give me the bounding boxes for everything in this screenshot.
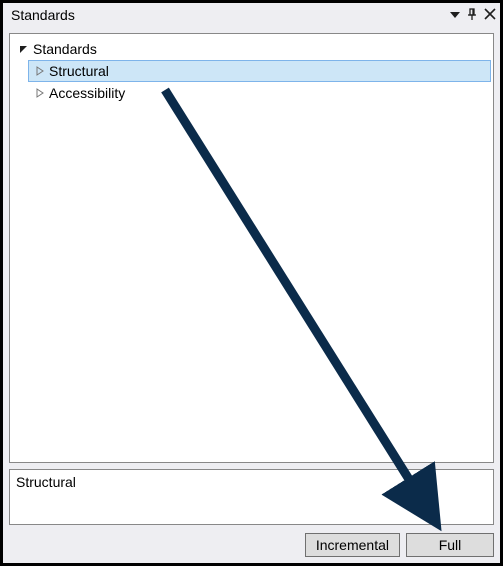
selection-name: Structural bbox=[16, 474, 76, 490]
dropdown-icon[interactable] bbox=[450, 7, 460, 23]
expander-icon[interactable] bbox=[33, 88, 47, 98]
selection-info-box: Structural bbox=[9, 469, 494, 525]
panel-content: Standards Structural Accessibility Struc… bbox=[3, 27, 500, 563]
button-row: Incremental Full bbox=[9, 531, 494, 557]
tree-node-label: Structural bbox=[47, 63, 109, 79]
close-icon[interactable] bbox=[484, 7, 496, 23]
expander-icon[interactable] bbox=[17, 44, 31, 54]
tree-node-label: Standards bbox=[31, 41, 97, 57]
incremental-button[interactable]: Incremental bbox=[305, 533, 400, 557]
pin-icon[interactable] bbox=[466, 7, 478, 23]
expander-icon[interactable] bbox=[33, 66, 47, 76]
full-button[interactable]: Full bbox=[406, 533, 494, 557]
tree-node-label: Accessibility bbox=[47, 85, 125, 101]
panel-titlebar: Standards bbox=[3, 3, 500, 27]
tree-node-root[interactable]: Standards bbox=[12, 38, 491, 60]
tree-node-structural[interactable]: Structural bbox=[28, 60, 491, 82]
panel-title: Standards bbox=[11, 7, 450, 23]
standards-panel: Standards bbox=[3, 3, 500, 563]
titlebar-controls bbox=[450, 7, 496, 23]
panel-frame: Standards bbox=[0, 0, 503, 566]
standards-tree[interactable]: Standards Structural Accessibility bbox=[9, 33, 494, 463]
tree-node-accessibility[interactable]: Accessibility bbox=[28, 82, 491, 104]
